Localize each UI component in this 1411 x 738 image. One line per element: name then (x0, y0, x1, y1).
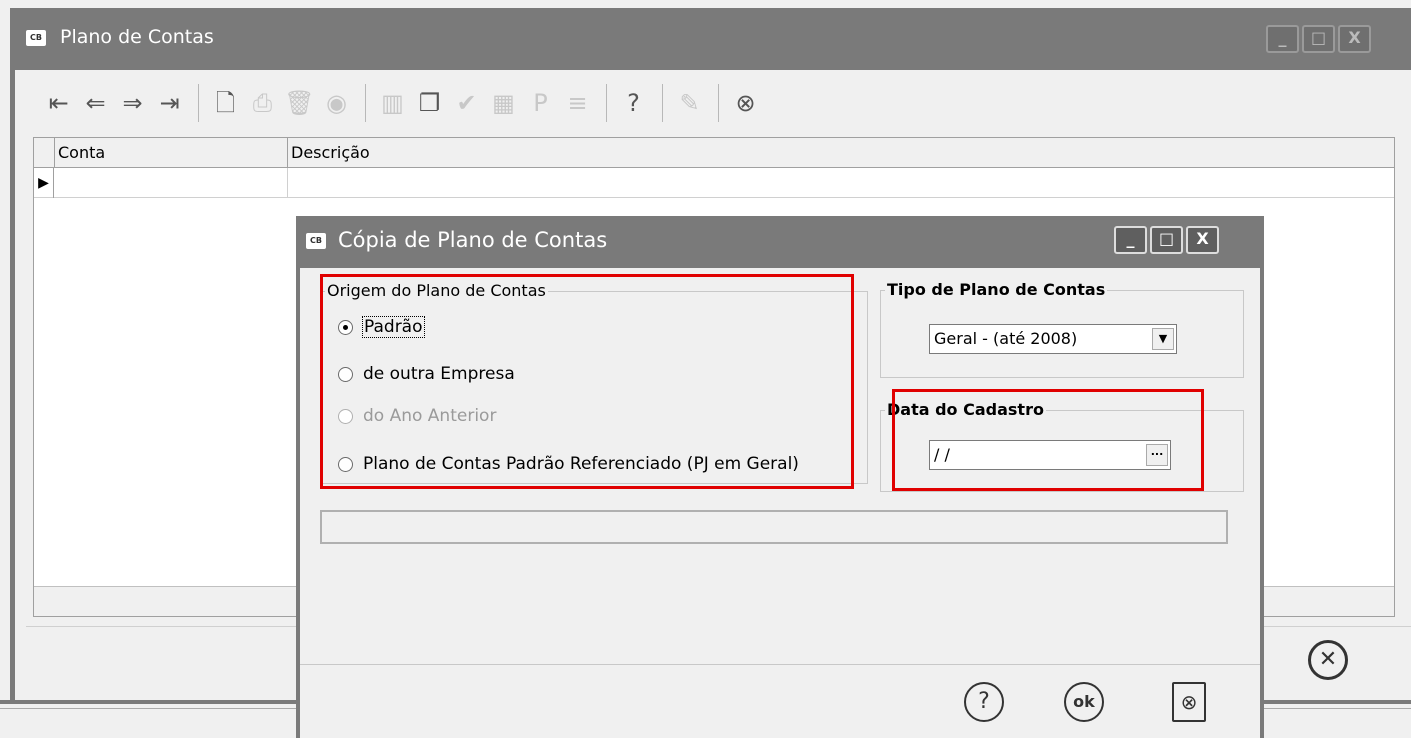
delete-all-icon: ▥ (381, 89, 404, 117)
minimize-button[interactable]: _ (1266, 25, 1299, 53)
dialog-logo: CB (306, 233, 326, 249)
close-button[interactable]: X (1338, 25, 1371, 53)
dialog-title: Cópia de Plano de Contas (338, 228, 608, 252)
next-record-icon[interactable]: ⇒ (115, 83, 150, 123)
chevron-down-icon[interactable]: ▼ (1152, 328, 1174, 350)
tipo-legend: Tipo de Plano de Contas (885, 280, 1108, 299)
p-icon: P (533, 89, 548, 117)
print-icon: ⎙ (252, 89, 273, 117)
dialog-close-button[interactable]: X (1186, 226, 1219, 254)
column-header-descricao[interactable]: Descrição (287, 138, 1395, 168)
tipo-select[interactable]: Geral - (até 2008) ▼ (929, 324, 1177, 354)
grid-header: Conta Descrição (34, 138, 1394, 168)
previous-record-icon[interactable]: ⇐ (78, 83, 113, 123)
copy-dialog: CB Cópia de Plano de Contas _ □ X Origem… (296, 216, 1264, 738)
row-indicator-icon: ▶ (34, 168, 54, 198)
edit-icon: ✎ (679, 89, 700, 117)
highlight-origem (320, 274, 854, 489)
maximize-button[interactable]: □ (1302, 25, 1335, 53)
column-header-conta[interactable]: Conta (54, 138, 287, 168)
window-title: Plano de Contas (60, 26, 214, 48)
toolbar-separator (365, 84, 366, 122)
tipo-select-value: Geral - (até 2008) (934, 329, 1078, 348)
toolbar-separator (662, 84, 663, 122)
dialog-footer (300, 664, 1260, 738)
toolbar: ⇤ ⇐ ⇒ ⇥ 🗋 ⎙ 🗑 ◉ ▥ ❐ ✔ ▦ P ≡ ? ✎ ⊗ (41, 78, 765, 128)
last-record-icon[interactable]: ⇥ (152, 83, 187, 123)
ok-button[interactable]: ok (1064, 682, 1104, 722)
view-icon: ◉ (326, 89, 347, 117)
confirm-icon: ✔ (456, 89, 477, 117)
cancel-document-icon[interactable]: ⊗ (1172, 682, 1206, 722)
close-icon[interactable]: ⊗ (728, 83, 763, 123)
close-footer-icon[interactable]: ✕ (1308, 640, 1348, 680)
first-record-icon[interactable]: ⇤ (41, 83, 76, 123)
help-footer-icon[interactable]: ? (964, 682, 1004, 722)
new-document-icon[interactable]: 🗋 (208, 83, 243, 123)
toolbar-separator (606, 84, 607, 122)
toolbar-separator (718, 84, 719, 122)
app-logo: CB (26, 30, 46, 46)
delete-icon: 🗑 (284, 89, 315, 117)
toolbar-separator (198, 84, 199, 122)
chart-icon: ▦ (492, 89, 515, 117)
list-check-icon: ≡ (567, 89, 588, 117)
dialog-titlebar: CB Cópia de Plano de Contas _ □ X (296, 216, 1264, 268)
progress-bar (320, 510, 1228, 544)
highlight-data (892, 389, 1204, 491)
copy-icon[interactable]: ❐ (412, 83, 447, 123)
dialog-minimize-button[interactable]: _ (1114, 226, 1147, 254)
cell-divider (287, 168, 288, 198)
help-icon[interactable]: ? (616, 83, 651, 123)
table-row[interactable]: ▶ (34, 168, 1394, 198)
dialog-maximize-button[interactable]: □ (1150, 226, 1183, 254)
main-titlebar: CB Plano de Contas _ □ X (10, 8, 1411, 70)
